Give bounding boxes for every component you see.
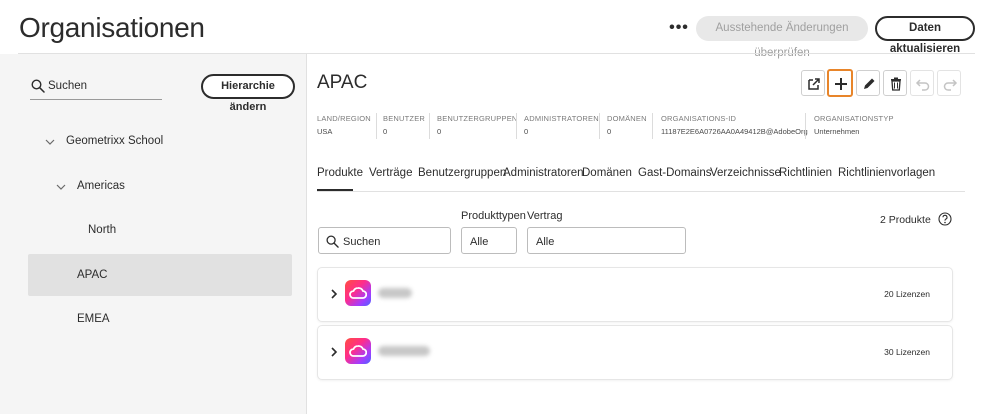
trash-icon [891,77,901,91]
tab-contracts[interactable]: Verträge [369,167,412,179]
edit-button[interactable] [856,70,880,96]
meta-separator [516,113,517,139]
tabs-divider [317,191,965,192]
product-type-select[interactable]: Alle [461,227,517,254]
tree-item-geometrixx-school[interactable]: Geometrixx School [66,135,163,147]
change-hierarchy-button[interactable]: Hierarchie ändern [201,74,295,113]
chevron-down-icon[interactable] [56,182,66,192]
meta-users: BENUTZER 0 [383,114,426,136]
search-icon [31,79,45,93]
tab-policy-templates[interactable]: Richtlinienvorlagen [838,167,935,179]
tree-item-americas[interactable]: Americas [77,180,125,192]
redo-button[interactable] [937,70,961,96]
add-button[interactable] [827,69,853,97]
open-external-button[interactable] [801,70,825,96]
product-search-input[interactable]: Suchen [318,227,451,254]
product-card[interactable]: 20 Lizenzen [318,268,952,321]
tree-item-apac[interactable]: APAC [77,269,107,281]
tab-guest-domains[interactable]: Gast-Domains [638,167,712,179]
creative-cloud-logo [345,338,371,364]
product-type-value: Alle [470,236,489,248]
creative-cloud-logo [345,280,371,306]
creative-cloud-icon [349,287,367,299]
org-title: APAC [317,72,368,93]
plus-icon [835,78,847,90]
tab-domains[interactable]: Domänen [582,167,632,179]
undo-icon [915,79,930,91]
product-name-redacted [378,288,412,298]
undo-button[interactable] [910,70,934,96]
meta-separator [599,113,600,139]
page-title: Organisationen [19,12,205,43]
chevron-down-icon[interactable] [45,137,55,147]
pencil-icon [864,78,875,89]
chevron-right-icon[interactable] [329,289,339,299]
meta-admins: ADMINISTRATOREN 0 [524,114,599,136]
product-licenses: 30 Lizenzen [884,347,930,357]
external-link-icon [808,78,820,90]
tab-products[interactable]: Produkte [317,167,363,179]
product-name-redacted [378,346,430,356]
search-icon [326,235,339,248]
tab-administrators[interactable]: Administratoren [503,167,584,179]
tab-user-groups[interactable]: Benutzergruppen [418,167,506,179]
product-card[interactable]: 30 Lizenzen [318,326,952,379]
tree-search-input[interactable]: Suchen [30,76,162,100]
meta-user-groups: BENUTZERGRUPPEN 0 [437,114,518,136]
product-search-placeholder: Suchen [343,236,381,248]
tree-item-emea[interactable]: EMEA [77,313,110,325]
contract-value: Alle [536,236,555,248]
tree-item-north[interactable]: North [88,224,116,236]
contract-select[interactable]: Alle [527,227,686,254]
tab-directories[interactable]: Verzeichnisse [710,167,781,179]
meta-org-id: ORGANISATIONS-ID 11187E2E6A0726AA0A49412… [661,114,808,136]
refresh-data-button[interactable]: Daten aktualisieren [875,16,975,55]
tab-policies[interactable]: Richtlinien [779,167,832,179]
redo-icon [943,79,958,91]
more-options-button[interactable]: ••• [669,19,689,37]
meta-separator [429,113,430,139]
meta-country: LAND/REGION USA [317,114,371,136]
panel-divider [306,54,307,414]
tree-search-placeholder: Suchen [48,80,88,92]
meta-domains: DOMÄNEN 0 [607,114,647,136]
contract-label: Vertrag [527,210,563,222]
product-licenses: 20 Lizenzen [884,289,930,299]
product-type-label: Produkttypen [461,210,526,222]
chevron-right-icon[interactable] [329,347,339,357]
meta-separator [652,113,653,139]
meta-separator [805,113,806,139]
help-icon[interactable] [938,212,952,226]
review-changes-button[interactable]: Ausstehende Änderungen überprüfen [696,16,868,59]
delete-button[interactable] [883,70,907,96]
meta-separator [376,113,377,139]
meta-org-type: ORGANISATIONSTYP Unternehmen [814,114,894,136]
tree-item-selected-highlight [28,254,292,296]
product-count: 2 Produkte [880,214,931,226]
creative-cloud-icon [349,345,367,357]
